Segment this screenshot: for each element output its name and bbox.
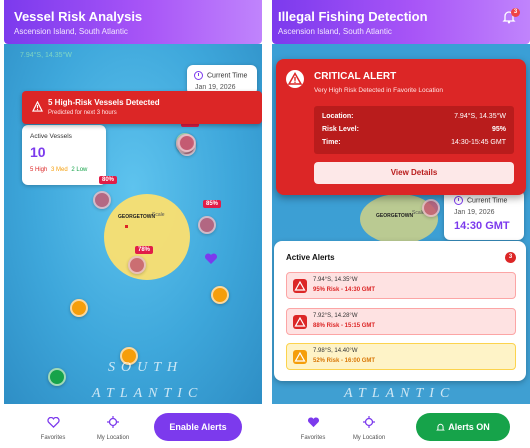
current-time-value: 14:30 GMT xyxy=(454,220,510,232)
time-value: 14:30-15:45 GMT xyxy=(451,139,506,146)
location-target-icon xyxy=(107,416,119,428)
vessel-marker[interactable] xyxy=(198,216,216,234)
alert-coordinates: 7.94°S, 14.35°W xyxy=(313,277,358,283)
sea-label-atlantic: ATLANTIC xyxy=(92,386,204,401)
app-header: Illegal Fishing Detection Ascension Isla… xyxy=(272,0,530,44)
location-label: Location: xyxy=(322,113,354,120)
page-title: Illegal Fishing Detection xyxy=(278,9,428,24)
current-date: Jan 19, 2026 xyxy=(195,84,236,91)
banner-title: 5 High-Risk Vessels Detected xyxy=(48,98,160,107)
banner-subtitle: Predicted for next 3 hours xyxy=(48,110,117,116)
alerts-on-button[interactable]: Alerts ON xyxy=(416,413,510,441)
vessel-marker[interactable] xyxy=(70,299,88,317)
alert-risk: 52% Risk - 16:00 GMT xyxy=(313,358,376,364)
active-vessels-count: 10 xyxy=(30,144,46,160)
high-risk-banner[interactable]: 5 High-Risk Vessels Detected Predicted f… xyxy=(22,91,262,124)
risk-level-label: Risk Level: xyxy=(322,126,359,133)
vessel-marker[interactable] xyxy=(422,199,440,217)
page-subtitle: Ascension Island, South Atlantic xyxy=(278,27,392,36)
alert-risk: 95% Risk - 14:30 GMT xyxy=(313,287,376,293)
alert-item[interactable]: 7.92°S, 14.28°W 88% Risk - 15:15 GMT xyxy=(286,308,516,335)
heart-icon xyxy=(46,416,60,428)
nav-location-label: My Location xyxy=(352,435,386,441)
active-vessels-card: Active Vessels 10 5 High 3 Med 2 Low xyxy=(22,125,106,185)
page-title: Vessel Risk Analysis xyxy=(14,9,143,24)
alert-item[interactable]: 7.98°S, 14.40°W 52% Risk - 16:00 GMT xyxy=(286,343,516,370)
vessel-marker[interactable] xyxy=(48,368,66,386)
active-vessels-label: Active Vessels xyxy=(30,133,72,140)
app-header: Vessel Risk Analysis Ascension Island, S… xyxy=(4,0,262,44)
nav-favorites[interactable]: Favorites xyxy=(28,415,78,441)
warning-icon xyxy=(293,279,307,293)
view-details-button[interactable]: View Details xyxy=(314,162,514,184)
vessel-marker[interactable] xyxy=(211,286,229,304)
illegal-fishing-screen: Illegal Fishing Detection Ascension Isla… xyxy=(272,0,530,448)
town-label: GEORGETOWN xyxy=(118,214,156,220)
warning-icon xyxy=(293,350,307,364)
active-alerts-title: Active Alerts xyxy=(286,253,335,262)
bottom-nav: Favorites My Location Alerts ON xyxy=(272,404,530,448)
risk-badge: 85% xyxy=(203,200,222,208)
risk-zone xyxy=(104,194,190,280)
alerts-on-label: Alerts ON xyxy=(448,422,490,432)
critical-alert-card: CRITICAL ALERT Very High Risk Detected i… xyxy=(276,59,526,195)
warning-icon xyxy=(32,101,43,112)
current-time-label: Current Time xyxy=(207,72,248,80)
vessel-marker[interactable] xyxy=(128,256,146,274)
bottom-nav: Favorites My Location Enable Alerts xyxy=(4,404,262,448)
time-label: Time: xyxy=(322,139,341,146)
vessel-risk-screen: Vessel Risk Analysis Ascension Island, S… xyxy=(4,0,262,448)
alert-item[interactable]: 7.94°S, 14.35°W 95% Risk - 14:30 GMT xyxy=(286,272,516,299)
favorite-heart-icon[interactable] xyxy=(204,253,218,265)
vessel-marker[interactable] xyxy=(178,134,196,152)
location-value: 7.94°S, 14.35°W xyxy=(454,113,506,120)
nav-my-location[interactable]: My Location xyxy=(88,415,138,441)
map-scale-label: Scale xyxy=(152,212,165,218)
alert-risk: 88% Risk - 15:15 GMT xyxy=(313,323,376,329)
med-count: 3 Med xyxy=(51,167,68,173)
warning-icon xyxy=(293,315,307,329)
town-label: GEORGETOWN xyxy=(376,213,414,219)
nav-favorites[interactable]: Favorites xyxy=(288,415,338,441)
vessel-marker[interactable] xyxy=(93,191,111,209)
nav-my-location[interactable]: My Location xyxy=(344,415,394,441)
town-marker xyxy=(125,225,128,228)
nav-location-label: My Location xyxy=(96,435,130,441)
bell-icon xyxy=(436,423,446,431)
notification-count: 3 xyxy=(511,8,520,17)
current-time-card: Current Time Jan 19, 2026 14:30 GMT xyxy=(444,190,524,240)
alert-coordinates: 7.92°S, 14.28°W xyxy=(313,313,358,319)
heart-icon xyxy=(307,417,319,428)
low-count: 2 Low xyxy=(71,167,88,173)
alert-icon xyxy=(286,70,304,88)
current-date: Jan 19, 2026 xyxy=(454,209,495,216)
nav-favorites-label: Favorites xyxy=(300,435,326,441)
enable-alerts-button[interactable]: Enable Alerts xyxy=(154,413,242,441)
nav-favorites-label: Favorites xyxy=(40,435,66,441)
critical-alert-title: CRITICAL ALERT xyxy=(314,71,397,82)
active-alerts-count: 3 xyxy=(505,252,516,263)
map-coordinate-label: 7.94°S, 14.35°W xyxy=(20,52,72,59)
sea-label-atlantic: ATLANTIC xyxy=(344,386,456,401)
alert-details: Location: 7.94°S, 14.35°W Risk Level: 95% … xyxy=(314,106,514,154)
risk-badge: 78% xyxy=(135,246,154,254)
location-target-icon xyxy=(363,416,375,428)
current-time-label: Current Time xyxy=(467,197,508,205)
sea-label-south: SOUTH xyxy=(108,360,184,375)
risk-level-value: 95% xyxy=(491,126,506,133)
alert-coordinates: 7.98°S, 14.40°W xyxy=(313,348,358,354)
page-subtitle: Ascension Island, South Atlantic xyxy=(14,27,128,36)
clock-icon xyxy=(194,71,203,80)
risk-badge: 80% xyxy=(99,176,118,184)
high-count: 5 High xyxy=(30,167,48,173)
clock-icon xyxy=(454,196,463,205)
active-alerts-panel: Active Alerts 3 7.94°S, 14.35°W 95% Risk… xyxy=(274,241,526,381)
critical-alert-subtitle: Very High Risk Detected in Favorite Loca… xyxy=(314,87,443,94)
